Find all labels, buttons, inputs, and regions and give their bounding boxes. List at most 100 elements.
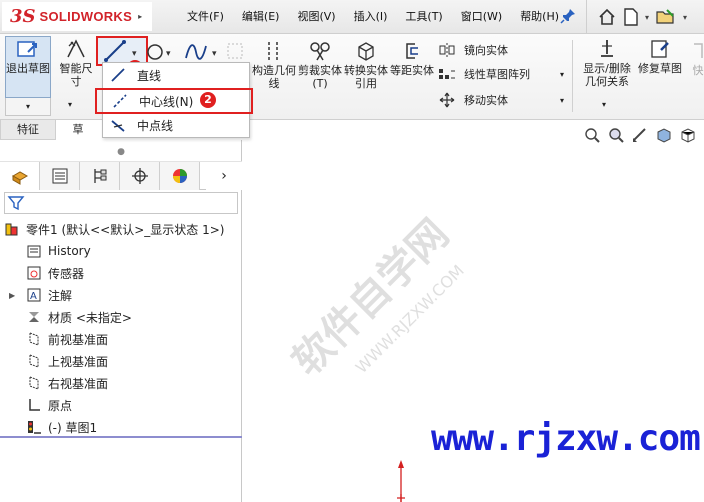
tab-property-manager[interactable] bbox=[40, 162, 80, 190]
tree-node-front-plane[interactable]: 前视基准面 bbox=[0, 328, 242, 350]
svg-text:▾: ▾ bbox=[166, 49, 171, 59]
mirror-entities-button[interactable]: 镜向实体 bbox=[438, 38, 508, 62]
smart-dimension-caret-icon[interactable]: ▾ bbox=[68, 100, 72, 109]
convert-entities-button[interactable]: 转换实体引用 bbox=[344, 40, 388, 90]
exit-sketch-caret-icon[interactable]: ▾ bbox=[5, 98, 51, 116]
tab-dimxpert[interactable] bbox=[120, 162, 160, 190]
exit-sketch-icon bbox=[17, 41, 37, 57]
plane-icon bbox=[29, 332, 39, 346]
tree-node-part[interactable]: 零件1 (默认<<默认>_显示状态 1>) bbox=[0, 218, 242, 240]
repair-sketch-icon bbox=[651, 40, 669, 58]
solidworks-logo[interactable]: 3S SOLIDWORKS ▸ bbox=[2, 2, 152, 31]
smart-dimension-icon bbox=[67, 39, 85, 58]
zoom-area-icon[interactable] bbox=[607, 126, 625, 144]
move-caret-icon[interactable]: ▾ bbox=[560, 96, 564, 105]
move-icon bbox=[439, 92, 455, 108]
more-tabs-chevron-icon[interactable]: › bbox=[206, 162, 242, 190]
tree-node-right-plane[interactable]: 右视基准面 bbox=[0, 372, 242, 394]
tree-node-history[interactable]: History bbox=[0, 240, 242, 262]
origin-marker-icon bbox=[397, 460, 405, 502]
pattern-caret-icon[interactable]: ▾ bbox=[560, 70, 564, 79]
pin-icon[interactable] bbox=[560, 8, 576, 24]
tree-node-top-plane[interactable]: 上视基准面 bbox=[0, 350, 242, 372]
tree-node-annotations[interactable]: ▶ A 注解 bbox=[0, 284, 242, 306]
tab-configuration-manager[interactable] bbox=[80, 162, 120, 190]
menu-item-centerline[interactable]: 中心线(N) bbox=[95, 88, 253, 114]
trim-label: 剪裁实体(T) bbox=[298, 64, 342, 90]
view-orientation-icon[interactable] bbox=[679, 126, 697, 144]
repair-sketch-label: 修复草图 bbox=[638, 62, 682, 75]
menu-view[interactable]: 视图(V) bbox=[288, 8, 344, 24]
smart-dimension-button[interactable]: 智能尺寸 bbox=[56, 38, 96, 88]
quick-snaps-button[interactable]: 快 bbox=[686, 40, 704, 77]
trim-entities-button[interactable]: 剪裁实体(T) bbox=[298, 40, 342, 90]
menu-item-midpoint-line[interactable]: 中点线 bbox=[103, 113, 249, 137]
heads-up-view-toolbar bbox=[583, 126, 697, 144]
circle-tool-icon[interactable]: ▾ bbox=[146, 42, 176, 62]
step-badge-2: 2 bbox=[200, 92, 216, 108]
material-label: 材质 <未指定> bbox=[48, 310, 132, 325]
move-entities-button[interactable]: 移动实体 bbox=[438, 88, 508, 112]
display-relations-caret-icon[interactable]: ▾ bbox=[602, 100, 606, 109]
part-label: 零件1 (默认<<默认>_显示状态 1>) bbox=[26, 222, 225, 237]
tab-features[interactable]: 特征 bbox=[0, 120, 56, 140]
tree-node-material[interactable]: 材质 <未指定> bbox=[0, 306, 242, 328]
exit-sketch-button[interactable]: 退出草图 bbox=[5, 36, 51, 98]
menu-file[interactable]: 文件(F) bbox=[178, 8, 233, 24]
menu-tools[interactable]: 工具(T) bbox=[396, 8, 451, 24]
line-tool-dropdown: 直线 中心线(N) 中点线 bbox=[95, 62, 253, 138]
plane-icon bbox=[29, 354, 39, 368]
display-delete-relations-button[interactable]: 显示/删除几何关系 bbox=[578, 38, 636, 88]
new-document-icon[interactable] bbox=[623, 7, 639, 27]
offset-entities-button[interactable]: 等距实体 bbox=[390, 40, 434, 77]
sensors-label: 传感器 bbox=[48, 266, 85, 281]
tab-display-manager[interactable] bbox=[160, 162, 200, 190]
display-delete-relations-label: 显示/删除几何关系 bbox=[583, 62, 631, 88]
menu-item-centerline-label: 中心线(N) bbox=[139, 94, 194, 109]
logo-caret-icon[interactable]: ▸ bbox=[138, 12, 142, 21]
open-caret-icon[interactable]: ▾ bbox=[683, 13, 687, 22]
section-view-icon[interactable] bbox=[655, 126, 673, 144]
menu-insert[interactable]: 插入(I) bbox=[345, 8, 397, 24]
tree-node-origin[interactable]: 原点 bbox=[0, 394, 242, 416]
menu-bar: 文件(F) 编辑(E) 视图(V) 插入(I) 工具(T) 窗口(W) 帮助(H… bbox=[178, 0, 568, 32]
tree-node-sensors[interactable]: 传感器 bbox=[0, 262, 242, 284]
smart-dimension-label: 智能尺寸 bbox=[59, 62, 93, 88]
title-bar: 3S SOLIDWORKS ▸ 文件(F) 编辑(E) 视图(V) 插入(I) … bbox=[0, 0, 704, 34]
menu-item-line[interactable]: 直线 bbox=[103, 63, 249, 87]
filter-field[interactable] bbox=[4, 192, 238, 214]
tab-sketch[interactable]: 草图 bbox=[56, 120, 100, 156]
new-caret-icon[interactable]: ▾ bbox=[645, 13, 649, 22]
spline-tool-icon[interactable]: ▾ bbox=[182, 42, 222, 62]
panel-grip[interactable]: ● bbox=[0, 140, 242, 162]
tab-feature-tree[interactable] bbox=[0, 162, 40, 190]
expand-annotations-icon[interactable]: ▶ bbox=[9, 291, 15, 300]
configuration-manager-icon bbox=[93, 169, 106, 183]
home-icon[interactable] bbox=[597, 7, 617, 27]
feature-tree: 零件1 (默认<<默认>_显示状态 1>) History 传感器 ▶ A 注解… bbox=[0, 218, 242, 438]
tree-node-sketch1[interactable]: (-) 草图1 bbox=[0, 416, 242, 438]
site-url-text: www.rjzxw.com bbox=[431, 418, 701, 459]
graphics-area[interactable]: 软件自学网 WWW.RJZXW.COM www.rjzxw.com bbox=[243, 120, 704, 502]
repair-sketch-button[interactable]: 修复草图 bbox=[638, 38, 682, 75]
open-folder-icon[interactable] bbox=[655, 7, 677, 27]
zoom-to-fit-icon[interactable] bbox=[583, 126, 601, 144]
menu-edit[interactable]: 编辑(E) bbox=[233, 8, 289, 24]
menu-window[interactable]: 窗口(W) bbox=[452, 8, 511, 24]
construction-geometry-button[interactable]: 构造几何线 bbox=[252, 40, 296, 90]
linear-pattern-label: 线性草图阵列 bbox=[464, 68, 530, 81]
linear-pattern-button[interactable]: 线性草图阵列 bbox=[438, 62, 530, 86]
linear-pattern-icon bbox=[439, 69, 455, 79]
previous-view-icon[interactable] bbox=[631, 126, 649, 144]
crosshair-icon bbox=[131, 168, 148, 184]
quick-access-bar: ▾ ▾ bbox=[586, 0, 704, 34]
watermark: 软件自学网 WWW.RJZXW.COM bbox=[284, 211, 468, 385]
grid-tool-icon[interactable] bbox=[226, 42, 244, 60]
rollback-bar[interactable] bbox=[0, 436, 242, 438]
material-icon bbox=[29, 312, 39, 322]
menu-item-midpoint-line-label: 中点线 bbox=[137, 118, 174, 133]
origin-icon bbox=[29, 399, 40, 411]
command-manager-tabs: 特征 草图 bbox=[0, 120, 100, 156]
midpoint-line-icon bbox=[111, 120, 125, 132]
construction-geometry-icon bbox=[268, 42, 278, 60]
